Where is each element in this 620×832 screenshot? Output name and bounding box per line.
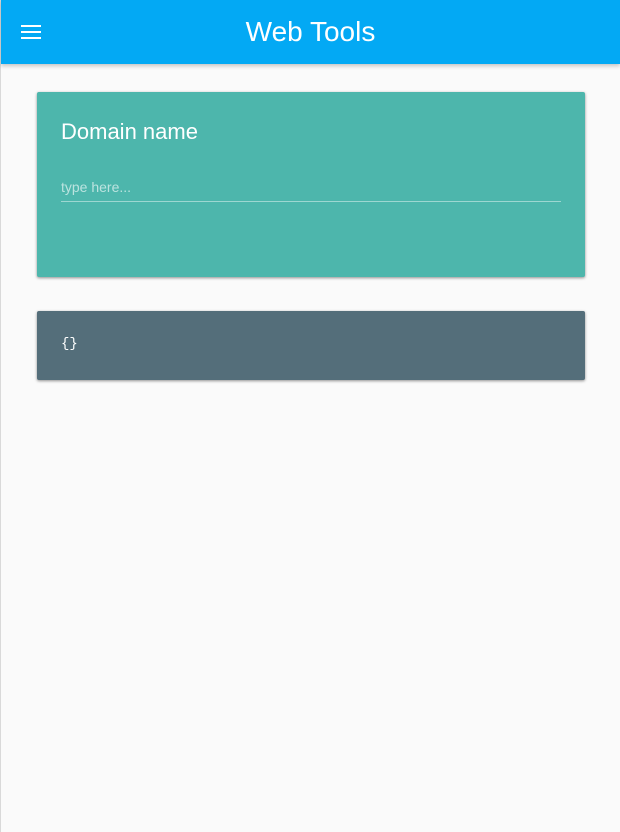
app-window: Web Tools Domain name {}: [0, 0, 620, 832]
result-output: {}: [61, 336, 78, 352]
domain-card-title: Domain name: [61, 119, 198, 144]
domain-card: Domain name: [37, 92, 585, 277]
menu-icon: [21, 25, 41, 39]
top-app-bar: Web Tools: [1, 0, 620, 64]
menu-button[interactable]: [15, 16, 47, 48]
domain-name-input[interactable]: [61, 172, 561, 202]
app-title: Web Tools: [245, 16, 376, 47]
result-card: {}: [37, 311, 585, 380]
